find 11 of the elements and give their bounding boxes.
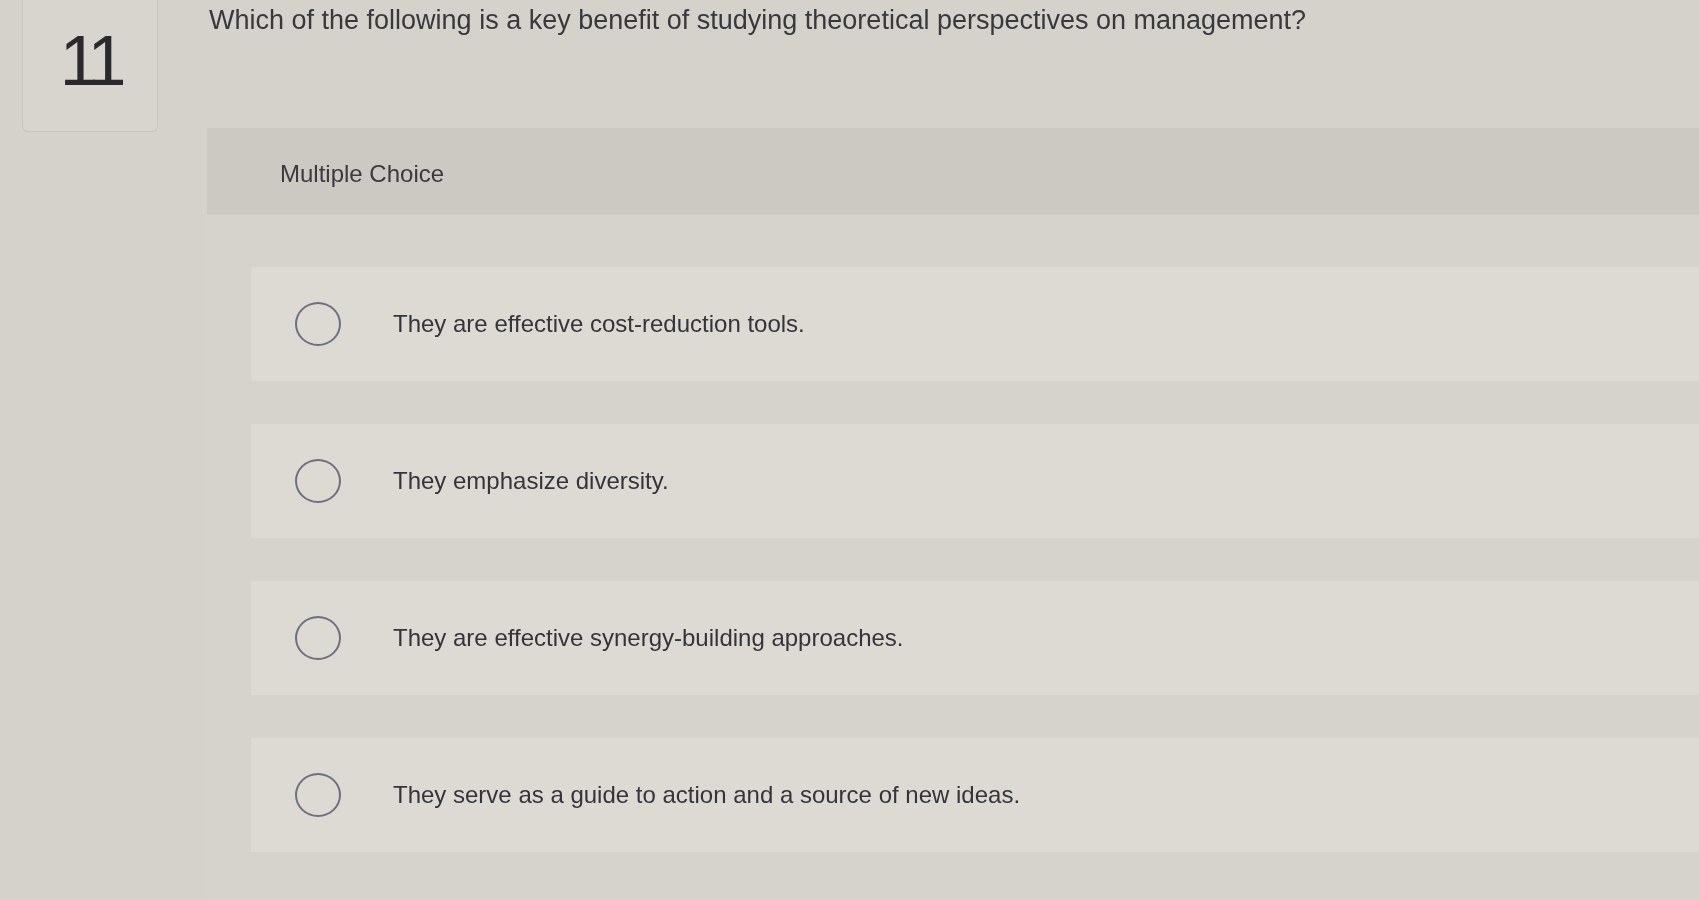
radio-button[interactable] [295,773,341,817]
question-number: 11 [59,26,121,96]
question-text: Which of the following is a key benefit of studying theoretical perspectives on management? [209,4,1307,37]
radio-button[interactable] [295,459,341,503]
option-text: They emphasize diversity. [393,467,669,495]
option-text: They serve as a guide to action and a source of new ideas. [393,781,1021,809]
radio-button[interactable] [295,616,341,660]
radio-button[interactable] [295,302,341,346]
option-text: They are effective cost-reduction tools. [393,310,805,338]
option-text: They are effective synergy-building approaches. [393,624,904,652]
question-type-label: Multiple Choice [280,159,445,188]
